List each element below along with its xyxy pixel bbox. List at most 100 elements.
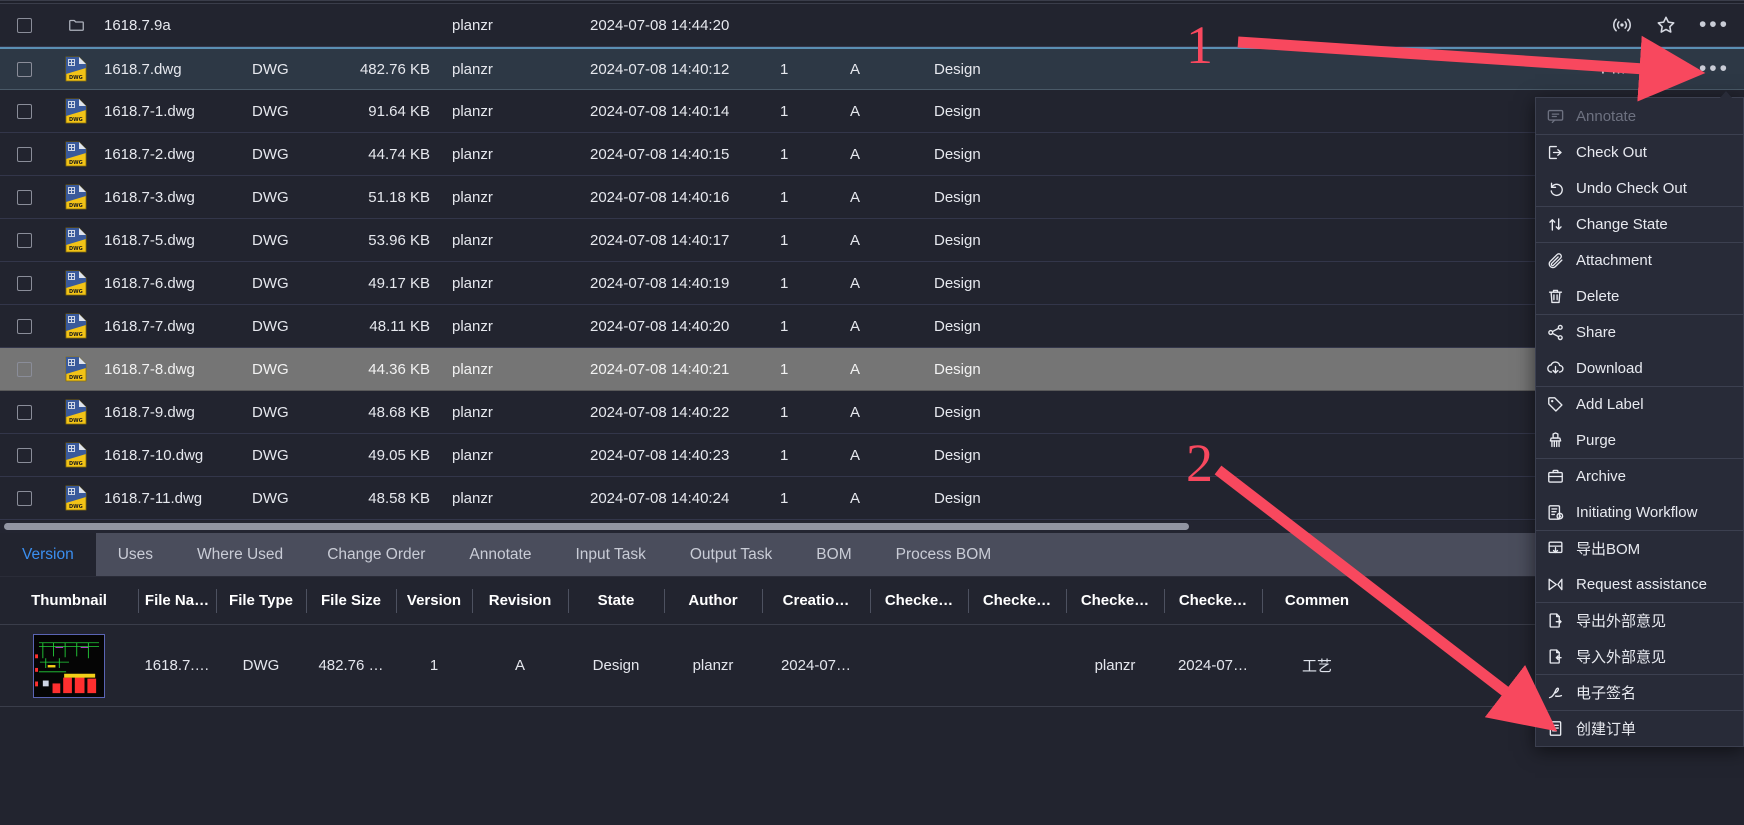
menu-item-e-signature[interactable]: 电子签名 (1536, 674, 1743, 710)
row-checkbox-cell[interactable] (0, 447, 48, 463)
more-icon[interactable]: ••• (1699, 58, 1730, 79)
tab-output-task[interactable]: Output Task (668, 533, 794, 576)
table-row[interactable]: DWG 1618.7-5.dwg DWG 53.96 KB planzr 2024-07-… (0, 219, 1744, 262)
row-checkbox[interactable] (16, 490, 32, 506)
table-row[interactable]: DWG 1618.7-10.dwg DWG 49.05 KB planzr 2024-07… (0, 434, 1744, 477)
menu-item-export-bom[interactable]: 导出BOM (1536, 530, 1743, 566)
table-row[interactable]: 1618.7.9a planzr 2024-07-08 14:44:20 ••• (0, 4, 1744, 47)
row-checkbox[interactable] (16, 318, 32, 334)
table-row[interactable]: DWG 1618.7-6.dwg DWG 49.17 KB planzr 2024-07-… (0, 262, 1744, 305)
cell-file-name[interactable]: 1618.7-11.dwg (104, 490, 252, 507)
row-checkbox[interactable] (16, 275, 32, 291)
menu-item-create-order[interactable]: 创建订单 (1536, 710, 1743, 746)
row-checkbox[interactable] (16, 447, 32, 463)
detail-header-file-size[interactable]: File Size (306, 577, 396, 625)
menu-item-change-state[interactable]: Change State (1536, 206, 1743, 242)
menu-item-download[interactable]: Download (1536, 350, 1743, 386)
menu-item-attachment[interactable]: Attachment (1536, 242, 1743, 278)
cell-file-name[interactable]: 1618.7-10.dwg (104, 447, 252, 464)
tab-annotate[interactable]: Annotate (447, 533, 553, 576)
table-row[interactable]: DWG 1618.7-9.dwg DWG 48.68 KB planzr 2024-07-… (0, 391, 1744, 434)
row-checkbox-cell[interactable] (0, 404, 48, 420)
broadcast-icon[interactable] (1611, 14, 1633, 36)
row-checkbox-cell[interactable] (0, 275, 48, 291)
row-checkbox-cell[interactable] (0, 146, 48, 162)
menu-item-add-label[interactable]: Add Label (1536, 386, 1743, 422)
more-icon[interactable]: ••• (1699, 14, 1730, 35)
row-checkbox[interactable] (16, 17, 32, 33)
table-row[interactable]: DWG 1618.7-11.dwg DWG 48.58 KB planzr 2024-07… (0, 477, 1744, 520)
row-actions[interactable]: ••• (1611, 14, 1730, 36)
tab-uses[interactable]: Uses (96, 533, 175, 576)
cell-file-name[interactable]: 1618.7-3.dwg (104, 189, 252, 206)
detail-header-thumbnail[interactable]: Thumbnail (0, 577, 138, 625)
cell-file-name[interactable]: 1618.7-8.dwg (104, 361, 252, 378)
star-icon[interactable] (1655, 14, 1677, 36)
cell-file-name[interactable]: 1618.7-7.dwg (104, 318, 252, 335)
row-checkbox-cell[interactable] (0, 189, 48, 205)
row-checkbox[interactable] (16, 361, 32, 377)
menu-item-undo-check-out[interactable]: Undo Check Out (1536, 170, 1743, 206)
cell-file-name[interactable]: 1618.7.dwg (104, 61, 252, 78)
table-row[interactable]: DWG 1618.7-3.dwg DWG 51.18 KB planzr 2024-07-… (0, 176, 1744, 219)
tab-bom[interactable]: BOM (794, 533, 873, 576)
row-checkbox[interactable] (16, 61, 32, 77)
row-checkbox-cell[interactable] (0, 361, 48, 377)
cell-file-name[interactable]: 1618.7-1.dwg (104, 103, 252, 120)
row-checkbox[interactable] (16, 404, 32, 420)
row-checkbox-cell[interactable] (0, 61, 48, 77)
table-row[interactable]: DWG 1618.7-8.dwg DWG 44.36 KB planzr 2024-07-… (0, 348, 1744, 391)
row-checkbox[interactable] (16, 189, 32, 205)
table-row[interactable]: DWG 1618.7-7.dwg DWG 48.11 KB planzr 2024-07-… (0, 305, 1744, 348)
row-checkbox-cell[interactable] (0, 232, 48, 248)
detail-header-comment[interactable]: Commen (1262, 577, 1372, 625)
horizontal-scrollbar-thumb[interactable] (4, 523, 1189, 530)
tab-change-order[interactable]: Change Order (305, 533, 447, 576)
cell-file-name[interactable]: 1618.7-6.dwg (104, 275, 252, 292)
detail-header-checked2[interactable]: Checke… (968, 577, 1066, 625)
detail-header-file-name[interactable]: File Na… (138, 577, 216, 625)
cell-file-name[interactable]: 1618.7-2.dwg (104, 146, 252, 163)
row-checkbox[interactable] (16, 146, 32, 162)
menu-item-delete[interactable]: Delete (1536, 278, 1743, 314)
detail-header-checked4[interactable]: Checke… (1164, 577, 1262, 625)
detail-cell-thumbnail[interactable] (0, 625, 138, 707)
tab-input-task[interactable]: Input Task (553, 533, 667, 576)
row-actions[interactable]: ••• (1699, 58, 1730, 79)
detail-header-creation[interactable]: Creatio… (762, 577, 870, 625)
table-row[interactable]: DWG 1618.7.dwg DWG 482.76 KB planzr 2024-07-0… (0, 47, 1744, 90)
row-checkbox-cell[interactable] (0, 17, 48, 33)
tab-version[interactable]: Version (0, 533, 96, 576)
menu-item-import-external-comments[interactable]: 导入外部意见 (1536, 638, 1743, 674)
detail-header-checked1[interactable]: Checke… (870, 577, 968, 625)
row-checkbox-cell[interactable] (0, 318, 48, 334)
cell-file-name[interactable]: 1618.7-9.dwg (104, 404, 252, 421)
menu-item-initiating-workflow[interactable]: Initiating Workflow (1536, 494, 1743, 530)
detail-header-author[interactable]: Author (664, 577, 762, 625)
detail-header-version[interactable]: Version (396, 577, 472, 625)
detail-header-checked3[interactable]: Checke… (1066, 577, 1164, 625)
menu-item-archive[interactable]: Archive (1536, 458, 1743, 494)
menu-item-share[interactable]: Share (1536, 314, 1743, 350)
detail-header-state[interactable]: State (568, 577, 664, 625)
cell-file-name[interactable]: 1618.7-5.dwg (104, 232, 252, 249)
tab-process-bom[interactable]: Process BOM (874, 533, 1014, 576)
table-row[interactable]: DWG 1618.7-2.dwg DWG 44.74 KB planzr 2024-07-… (0, 133, 1744, 176)
detail-header-file-type[interactable]: File Type (216, 577, 306, 625)
menu-item-check-out[interactable]: Check Out (1536, 134, 1743, 170)
table-row[interactable]: DWG 1618.7-1.dwg DWG 91.64 KB planzr 2024-07-… (0, 90, 1744, 133)
menu-item-request-assistance[interactable]: Request assistance (1536, 566, 1743, 602)
row-checkbox[interactable] (16, 232, 32, 248)
context-menu[interactable]: Annotate Check Out Undo Check Out Change St… (1535, 91, 1744, 747)
detail-header-revision[interactable]: Revision (472, 577, 568, 625)
menu-item-export-external-comments[interactable]: 导出外部意见 (1536, 602, 1743, 638)
thumbnail-preview[interactable] (33, 633, 105, 698)
horizontal-scrollbar[interactable] (0, 521, 1744, 533)
row-checkbox-cell[interactable] (0, 490, 48, 506)
menu-item-purge[interactable]: Purge (1536, 422, 1743, 458)
cell-file-name[interactable]: 1618.7.9a (104, 17, 252, 34)
tab-where-used[interactable]: Where Used (175, 533, 305, 576)
row-checkbox-cell[interactable] (0, 103, 48, 119)
detail-table-row[interactable]: 1618.7.… DWG 482.76 … 1 A Design planzr 2024-07… (0, 625, 1744, 707)
row-checkbox[interactable] (16, 103, 32, 119)
